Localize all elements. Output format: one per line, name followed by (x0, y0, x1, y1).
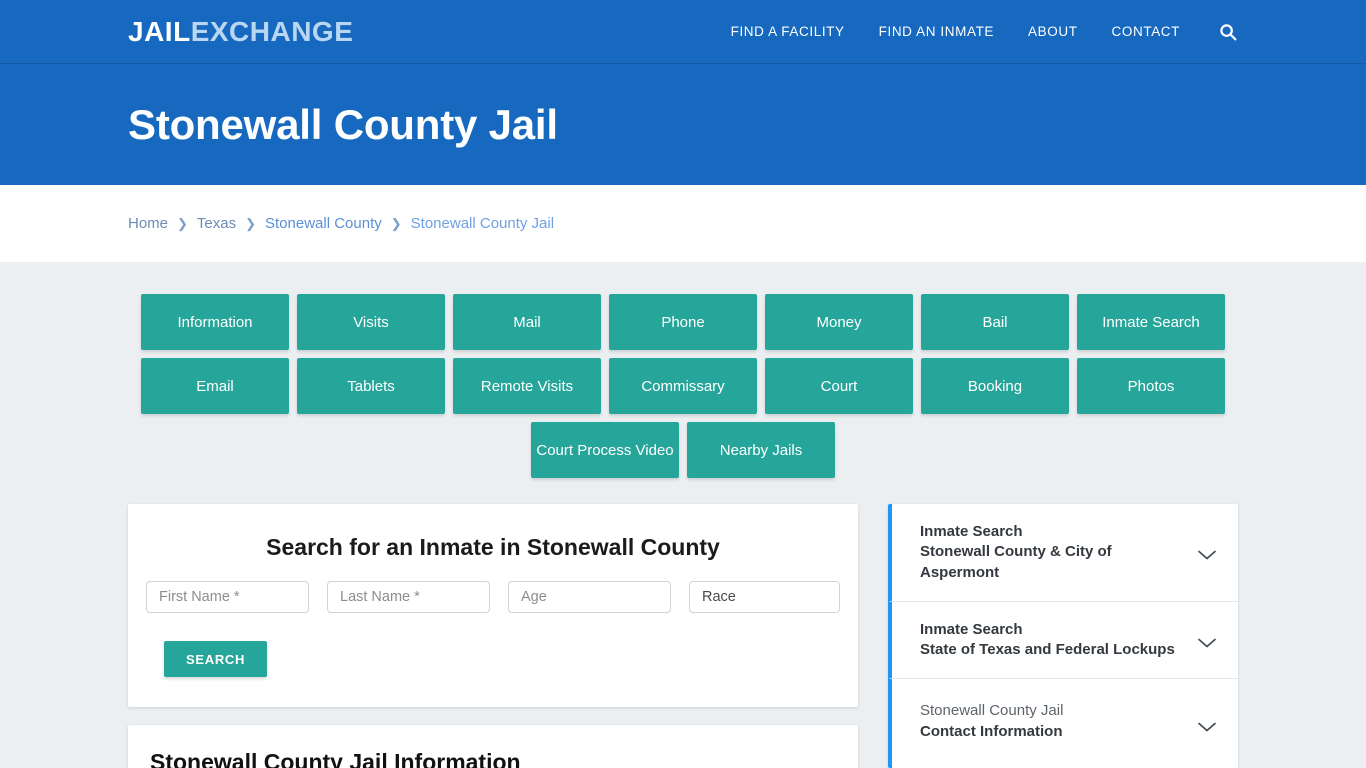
breadcrumb-separator-icon: ❯ (177, 216, 188, 231)
accordion-item-title: Inmate Search (920, 523, 1023, 540)
accordion-item-contact-information[interactable]: Stonewall County Jail Contact Informatio… (888, 679, 1238, 768)
section-button-tablets[interactable]: Tablets (297, 358, 445, 414)
sidebar-accordion: Inmate Search Stonewall County & City of… (888, 504, 1238, 768)
hero-banner: Stonewall County Jail (0, 64, 1366, 185)
breadcrumb-separator-icon: ❯ (390, 216, 402, 231)
breadcrumb-item-current[interactable]: Stonewall County Jail (411, 215, 554, 232)
nav-item-contact[interactable]: CONTACT (1112, 24, 1180, 39)
section-button-inmate-search[interactable]: Inmate Search (1077, 294, 1225, 350)
left-column: Search for an Inmate in Stonewall County… (128, 504, 858, 768)
breadcrumb-item-texas[interactable]: Texas (197, 215, 236, 232)
top-navigation-bar: JAILEXCHANGE FIND A FACILITY FIND AN INM… (0, 0, 1366, 64)
section-button-phone[interactable]: Phone (609, 294, 757, 350)
section-button-commissary[interactable]: Commissary (609, 358, 757, 414)
section-button-email[interactable]: Email (141, 358, 289, 414)
chevron-down-icon (1198, 719, 1216, 732)
section-button-mail[interactable]: Mail (453, 294, 601, 350)
page-body: Information Visits Mail Phone Money Bail… (0, 262, 1366, 768)
section-button-court-process-video[interactable]: Court Process Video (531, 422, 679, 478)
section-button-bail[interactable]: Bail (921, 294, 1069, 350)
logo-text-secondary: EXCHANGE (190, 15, 354, 47)
breadcrumb-item-home[interactable]: Home (128, 215, 168, 232)
chevron-down-icon (1198, 547, 1216, 560)
main-content-area: Search for an Inmate in Stonewall County… (128, 504, 1238, 768)
accordion-item-title: Stonewall County Jail (920, 702, 1064, 720)
jail-information-heading: Stonewall County Jail Information (150, 749, 521, 768)
section-button-money[interactable]: Money (765, 294, 913, 350)
section-button-information[interactable]: Information (141, 294, 289, 350)
nav-item-find-an-inmate[interactable]: FIND AN INMATE (879, 24, 994, 39)
breadcrumb: Home ❯ Texas ❯ Stonewall County ❯ Stonew… (128, 215, 554, 232)
race-select[interactable]: Race (689, 581, 840, 613)
section-button-court[interactable]: Court (765, 358, 913, 414)
first-name-input[interactable] (146, 581, 309, 613)
section-button-photos[interactable]: Photos (1077, 358, 1225, 414)
breadcrumb-item-stonewall-county[interactable]: Stonewall County (265, 215, 382, 232)
accordion-item-subtitle: Stonewall County & City of Aspermont (920, 543, 1112, 581)
inmate-search-heading: Search for an Inmate in Stonewall County (266, 534, 720, 560)
accordion-item-inmate-search-state[interactable]: Inmate Search State of Texas and Federal… (888, 601, 1238, 680)
search-icon[interactable] (1218, 22, 1238, 42)
page-title: Stonewall County Jail (128, 100, 558, 148)
nav-item-find-a-facility[interactable]: FIND A FACILITY (731, 24, 845, 39)
breadcrumb-bar: Home ❯ Texas ❯ Stonewall County ❯ Stonew… (0, 185, 1366, 262)
facility-section-buttons: Information Visits Mail Phone Money Bail… (134, 290, 1232, 482)
inmate-search-card: Search for an Inmate in Stonewall County… (128, 504, 858, 707)
jail-information-card: Stonewall County Jail Information (128, 725, 858, 768)
accordion-item-subtitle: State of Texas and Federal Lockups (920, 641, 1175, 658)
search-submit-button[interactable]: SEARCH (164, 641, 268, 677)
section-button-booking[interactable]: Booking (921, 358, 1069, 414)
nav-item-about[interactable]: ABOUT (1028, 24, 1078, 39)
accordion-item-title: Inmate Search (920, 620, 1023, 638)
breadcrumb-separator-icon: ❯ (245, 216, 257, 231)
age-input[interactable] (508, 581, 671, 613)
chevron-down-icon (1198, 635, 1216, 648)
accordion-item-subtitle: Contact Information (920, 722, 1063, 740)
section-button-visits[interactable]: Visits (297, 294, 445, 350)
accordion-item-inmate-search-county[interactable]: Inmate Search Stonewall County & City of… (888, 504, 1238, 602)
logo-text-primary: JAIL (128, 15, 191, 47)
primary-nav-links: FIND A FACILITY FIND AN INMATE ABOUT CON… (731, 22, 1238, 42)
section-button-nearby-jails[interactable]: Nearby Jails (687, 422, 835, 478)
inmate-search-fields: Race (146, 581, 840, 613)
section-button-remote-visits[interactable]: Remote Visits (453, 358, 601, 414)
last-name-input[interactable] (327, 581, 490, 613)
right-column: Inmate Search Stonewall County & City of… (888, 504, 1238, 768)
site-logo[interactable]: JAILEXCHANGE (128, 15, 354, 47)
